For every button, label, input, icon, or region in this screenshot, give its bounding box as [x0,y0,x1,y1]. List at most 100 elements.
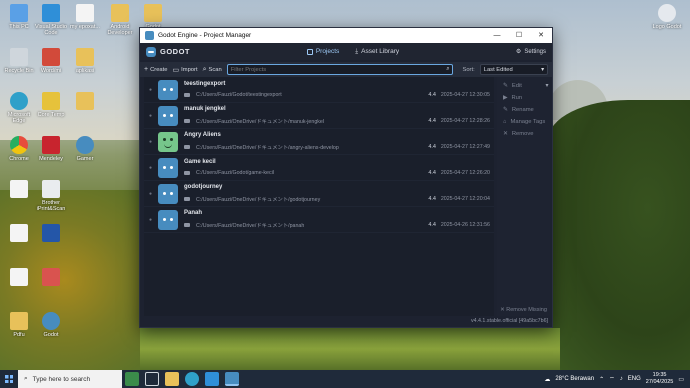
edge-icon[interactable] [185,372,199,386]
favorite-star-icon[interactable]: ● [149,113,154,119]
sort-label: Sort: [462,66,475,73]
desktop-icon-logo-godot[interactable]: Logo Godot [650,4,684,30]
favorite-star-icon[interactable]: ● [149,87,154,93]
file-explorer-icon[interactable] [165,372,179,386]
start-button[interactable] [0,370,18,388]
project-row[interactable]: ● Game kecil C:/Users/Fauzi/Godot/game-k… [144,155,494,181]
sort-dropdown[interactable]: Last Edited ▾ [479,64,548,75]
desktop-icon-godot-2[interactable]: Godot [34,312,68,338]
project-name: manuk jengkel [184,106,226,112]
desktop-icon-file-3[interactable] [2,180,36,200]
settings-button[interactable]: ⚙ Settings [516,48,546,56]
project-version: 4.4 [428,222,436,228]
desktop-icon-mendeley[interactable]: Mendeley [34,136,68,162]
run-button[interactable]: ▶ Run [497,92,550,104]
maximize-button[interactable]: ☐ [508,28,530,43]
rename-label: Rename [511,107,534,113]
create-label: Create [150,66,168,73]
vscode-icon[interactable] [205,372,219,386]
godot-taskbar-icon[interactable] [225,372,239,386]
desktop-icon-gamer[interactable]: Gamer [68,136,102,162]
favorite-star-icon[interactable]: ● [149,191,154,197]
project-row[interactable]: ● teestingexport C:/Users/Fauzi/Godot/te… [144,77,494,103]
folder-icon[interactable] [184,145,190,149]
hill-bottom-background [140,328,560,370]
desktop-icon-label: Android Developer [107,24,133,36]
run-label: Run [511,95,523,101]
project-path-line: C:/Users/Fauzi/OneDrive/ドキュメント/panah [184,221,418,229]
project-row[interactable]: ● Angry Aliens C:/Users/Fauzi/OneDrive/ド… [144,129,494,155]
project-date: 2025-04-27 12:27:49 [440,144,490,150]
manage-tags-button[interactable]: ⌂ Manage Tags [497,116,550,128]
clock[interactable]: 19:35 27/04/2025 [646,372,674,386]
close-button[interactable]: ✕ [530,28,552,43]
projects-icon [306,48,313,55]
network-icon[interactable]: ⌔ [609,375,615,383]
desktop-icon-aplikasi[interactable]: aplikasi [68,48,102,74]
desktop-icon-brother[interactable]: Brother iPrint&Scan [34,180,68,212]
scan-button[interactable]: ⌕ Scan [203,66,222,74]
desktop-icon-file-5[interactable] [2,268,36,288]
remove-missing-button[interactable]: ✕ Remove Missing [497,307,550,313]
folder-icon[interactable] [184,197,190,201]
desktop-icon-file[interactable]: my epoxat... [68,4,102,30]
desktop-icon-vscode[interactable]: Visual Studio Code [34,4,68,36]
favorite-star-icon[interactable]: ● [149,139,154,145]
widgets-icon[interactable] [125,372,139,386]
project-name: Panah [184,210,203,216]
import-button[interactable]: ▭ Import [173,66,198,74]
window-titlebar[interactable]: Godot Engine - Project Manager — ☐ ✕ [140,28,552,43]
filter-projects-field[interactable]: ⌕ [226,64,454,75]
folder-icon[interactable] [184,119,190,123]
desktop-icon-app[interactable] [34,224,68,244]
scan-label: Scan [208,66,222,73]
desktop-icon-file-2[interactable] [68,92,102,112]
desktop-icon-coretemp[interactable]: Core Temp [34,92,68,118]
taskbar-search-box[interactable]: ⌕ Type here to search [18,370,122,388]
favorite-star-icon[interactable]: ● [149,165,154,171]
folder-icon[interactable] [184,171,190,175]
project-godot-icon [158,105,178,126]
folder-icon[interactable] [184,223,190,227]
desktop-icon-word[interactable]: Word/mi [34,48,68,74]
project-row[interactable]: ● godotjourney C:/Users/Fauzi/OneDrive/ド… [144,181,494,207]
tab-projects[interactable]: Projects [303,46,343,58]
desktop-icon-edge[interactable]: Microsoft Edge [2,92,36,124]
project-row[interactable]: ● Panah C:/Users/Fauzi/OneDrive/ドキュメント/p… [144,207,494,233]
project-path-line: C:/Users/Fauzi/OneDrive/ドキュメント/manuk-jen… [184,117,418,125]
desktop-icon-recycle-bin[interactable]: Recycle Bin [2,48,36,74]
language-indicator[interactable]: ENG [628,376,641,382]
weather-icon[interactable]: ☁ [544,376,550,383]
desktop-icon-chrome[interactable]: Chrome [2,136,36,162]
weather-text[interactable]: 28°C Berawan [555,376,594,382]
remove-button[interactable]: ✕ Remove [497,128,550,140]
edit-dropdown-arrow[interactable]: ▾ [544,80,550,92]
volume-icon[interactable]: ♪ [620,376,623,382]
project-date: 2025-04-27 12:28:26 [440,118,490,124]
project-date: 2025-04-27 12:26:20 [440,170,490,176]
desktop-icon-app-2[interactable] [34,268,68,288]
taskbar-search-placeholder: Type here to search [32,375,91,383]
tab-asset-library[interactable]: ⤓ Asset Library [351,46,403,58]
desktop-icon-this-pc[interactable]: This PC [2,4,36,30]
logo-text: GODOT [160,47,190,56]
rename-button[interactable]: ✎ Rename [497,104,550,116]
filter-projects-input[interactable] [230,66,431,73]
create-button[interactable]: + Create [144,66,168,73]
desktop-icon-pdfu[interactable]: Pdfu [2,312,36,338]
minimize-button[interactable]: — [486,28,508,43]
favorite-star-icon[interactable]: ● [149,217,154,223]
app-icon [42,48,60,66]
tray-overflow-icon[interactable]: ⌃ [599,376,604,383]
desktop-icon-file-4[interactable] [2,224,36,244]
desktop-icon-label: Brother iPrint&Scan [36,200,66,212]
edit-button[interactable]: ✎ Edit [497,80,550,92]
task-view-icon[interactable] [145,372,159,386]
notification-icon[interactable]: ▭ [678,376,684,383]
folder-icon[interactable] [184,93,190,97]
edit-label: Edit [511,83,522,89]
desktop-icon-android[interactable]: Android Developer [103,4,137,36]
project-row[interactable]: ● manuk jengkel C:/Users/Fauzi/OneDrive/… [144,103,494,129]
rename-icon: ✎ [503,107,508,113]
project-version: 4.4 [428,196,436,202]
